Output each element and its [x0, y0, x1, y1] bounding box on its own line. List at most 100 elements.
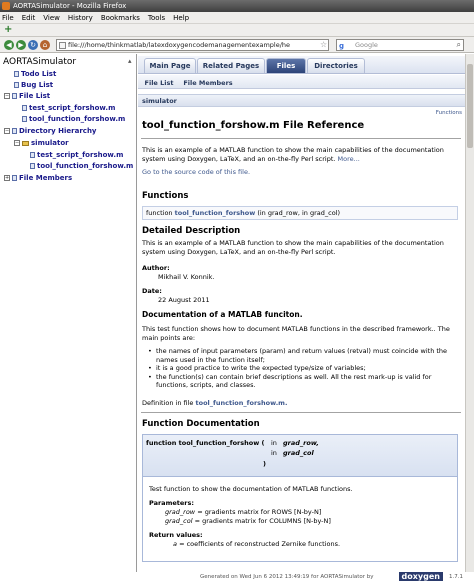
function-link[interactable]: tool_function_forshow [175, 209, 256, 217]
document-icon [14, 82, 19, 88]
collapse-toggle-icon[interactable]: − [14, 140, 20, 146]
doxygen-logo[interactable]: doxygen [398, 572, 443, 581]
sidebar-item-todo-list[interactable]: Todo List [14, 70, 56, 78]
main-points-list: the names of input parameters (param) an… [148, 347, 453, 390]
sidebar-scroll-icon[interactable]: ▴ [128, 57, 132, 65]
tab-file-members[interactable]: File Members [182, 77, 234, 88]
sidebar-item-dir-test-script[interactable]: test_script_forshow.m [30, 151, 123, 159]
tab-strip: + [0, 24, 474, 37]
menu-file[interactable]: File [2, 14, 14, 22]
sidebar-item-file-list[interactable]: − File List [4, 92, 50, 100]
document-icon [30, 163, 35, 169]
firefox-icon [2, 2, 10, 10]
sidebar-item-simulator[interactable]: − simulator [14, 139, 69, 147]
new-tab-icon[interactable]: + [4, 25, 14, 35]
document-icon [22, 105, 27, 111]
search-input[interactable]: g Google ⌕ [336, 39, 464, 51]
menu-help[interactable]: Help [173, 14, 189, 22]
function-summary-row: function tool_function_forshow (in grad_… [142, 206, 458, 220]
search-placeholder: Google [355, 41, 378, 49]
param-grad-row: grad_row = gradients matrix for ROWS [N-… [165, 508, 322, 516]
window-title: AORTASimulator - Mozilla Firefox [13, 2, 127, 10]
sidebar-tree: AORTASimulator ▴ Todo List Bug List − Fi… [0, 54, 137, 572]
sidebar-item-test-script[interactable]: test_script_forshow.m [22, 104, 115, 112]
section-divider [141, 412, 461, 413]
breadcrumb-simulator[interactable]: simulator [142, 97, 177, 105]
back-arrow-icon[interactable]: ◀ [4, 40, 14, 50]
document-icon [30, 152, 35, 158]
document-icon [12, 175, 17, 181]
forward-arrow-icon[interactable]: ▶ [16, 40, 26, 50]
matlab-intro: This test function shows how to document… [142, 325, 450, 342]
main-tabs: Main Page Related Pages Files Directorie… [138, 56, 465, 74]
detailed-description-heading: Detailed Description [142, 226, 241, 236]
sidebar-item-dir-tool-function[interactable]: tool_function_forshow.m [30, 162, 133, 170]
generated-text: Generated on Wed Jun 6 2012 13:49:19 for… [200, 574, 374, 580]
author-value: Mikhail V. Konnik. [158, 273, 215, 281]
tab-file-list[interactable]: File List [142, 77, 176, 88]
functions-link[interactable]: Functions [436, 110, 462, 116]
definition-line: Definition in file tool_function_forshow… [142, 399, 288, 407]
doxygen-version: 1.7.1 [449, 574, 463, 580]
menu-tools[interactable]: Tools [148, 14, 165, 22]
list-item: the function(s) can contain brief descri… [148, 373, 453, 390]
scrollbar-thumb[interactable] [467, 64, 473, 148]
menu-history[interactable]: History [68, 14, 93, 22]
collapse-toggle-icon[interactable]: − [4, 93, 10, 99]
more-link[interactable]: More... [338, 155, 360, 163]
url-text: file:///home/thinkmatlab/latexdoxygencod… [68, 41, 291, 49]
menu-edit[interactable]: Edit [22, 14, 36, 22]
sub-tabs: File List File Members [138, 75, 465, 89]
menu-bar: File Edit View History Bookmarks Tools H… [0, 12, 474, 24]
return-values-label: Return values: [149, 531, 203, 539]
address-bar[interactable]: file:///home/thinkmatlab/latexdoxygencod… [56, 39, 329, 51]
vertical-scrollbar[interactable] [465, 54, 474, 572]
list-item: the names of input parameters (param) an… [148, 347, 453, 364]
menu-view[interactable]: View [43, 14, 60, 22]
sidebar-title: AORTASimulator [3, 57, 77, 67]
document-icon [12, 93, 17, 99]
collapse-toggle-icon[interactable]: − [4, 128, 10, 134]
detailed-text: This is an example of a MATLAB function … [142, 239, 444, 256]
page-footer: Generated on Wed Jun 6 2012 13:49:19 for… [138, 572, 465, 583]
bookmark-star-icon[interactable]: ☆ [320, 40, 327, 49]
source-code-link[interactable]: Go to the source code of this file. [142, 168, 460, 177]
functions-heading: Functions [142, 191, 189, 201]
search-icon[interactable]: ⌕ [457, 40, 461, 50]
home-icon[interactable]: ⌂ [40, 40, 50, 50]
function-documentation-heading: Function Documentation [142, 419, 260, 429]
function-description: Test function to show the documentation … [149, 485, 353, 493]
page-icon [59, 42, 66, 49]
sidebar-item-file-members[interactable]: + File Members [4, 174, 72, 182]
folder-icon [22, 140, 29, 146]
param-grad-col: grad_col = gradients matrix for COLUMNS … [165, 517, 331, 525]
intro-text: This is an example of a MATLAB function … [142, 146, 444, 163]
document-icon [14, 71, 19, 77]
menu-bookmarks[interactable]: Bookmarks [101, 14, 140, 22]
reload-icon[interactable]: ↻ [28, 40, 38, 50]
author-label: Author: [142, 264, 170, 272]
matlab-doc-heading: Documentation of a MATLAB funciton. [142, 310, 303, 319]
return-value-a: a = coefficients of reconstructed Zernik… [173, 540, 341, 548]
parameters-label: Parameters: [149, 499, 194, 507]
expand-toggle-icon[interactable]: + [4, 175, 10, 181]
tab-files[interactable]: Files [266, 58, 306, 73]
window-titlebar: AORTASimulator - Mozilla Firefox [0, 0, 474, 12]
sidebar-item-directory-hierarchy[interactable]: − Directory Hierarchy [4, 127, 97, 135]
sidebar-item-bug-list[interactable]: Bug List [14, 81, 53, 89]
date-label: Date: [142, 287, 162, 295]
definition-file-link[interactable]: tool_function_forshow.m. [196, 399, 288, 407]
document-icon [12, 128, 17, 134]
page-title: tool_function_forshow.m File Reference [142, 120, 365, 131]
sidebar-item-tool-function[interactable]: tool_function_forshow.m [22, 115, 125, 123]
tab-related-pages[interactable]: Related Pages [197, 58, 265, 73]
function-signature: function tool_function_forshow ( in grad… [143, 435, 457, 477]
google-icon: g [339, 42, 345, 50]
title-divider [141, 138, 461, 139]
navigation-toolbar: ◀ ▶ ↻ ⌂ file:///home/thinkmatlab/latexdo… [0, 37, 474, 53]
date-value: 22 August 2011 [158, 296, 210, 304]
breadcrumb: simulator [138, 94, 465, 107]
doc-content: Main Page Related Pages Files Directorie… [138, 54, 465, 572]
tab-main-page[interactable]: Main Page [144, 58, 196, 73]
tab-directories[interactable]: Directories [307, 58, 365, 73]
